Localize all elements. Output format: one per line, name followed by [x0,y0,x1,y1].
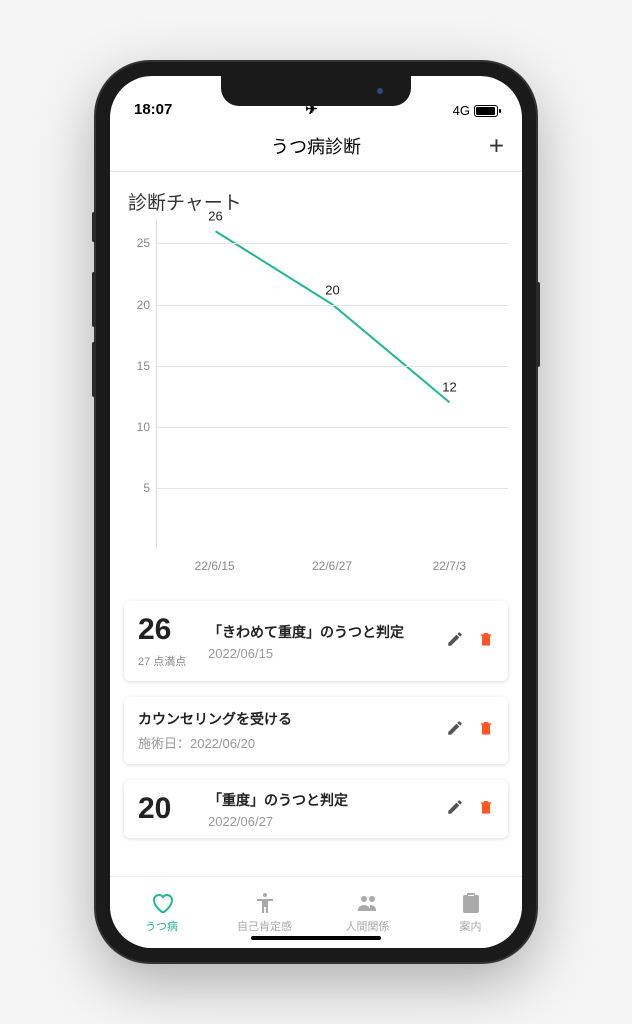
cards-list: 26 27 点満点「きわめて重度」のうつと判定 2022/06/15 カウンセリングを… [124,601,508,838]
chart: 510152025 262012 [124,219,508,549]
edit-icon[interactable] [446,630,464,653]
x-tick: 22/7/3 [391,559,508,573]
notch [221,76,411,106]
score-value: 26 [138,613,196,647]
nav-label: 人間関係 [346,918,390,934]
card-title: 「重度」のうつと判定 [208,790,434,810]
card-title: 「きわめて重度」のうつと判定 [208,622,434,642]
phone-side-button [92,212,96,242]
chart-title: 診断チャート [124,188,508,215]
delete-icon[interactable] [478,798,494,821]
x-tick: 22/6/15 [156,559,273,573]
screen: 18:07 ✈ 4G うつ病診断 + 診断チャート 510152025 2620… [110,76,522,948]
clipboard-icon [459,891,483,915]
card-date: 施術日：2022/06/20 [138,733,434,752]
status-network: 4G [453,103,470,118]
phone-frame: 18:07 ✈ 4G うつ病診断 + 診断チャート 510152025 2620… [96,62,536,962]
page-title: うつ病診断 [271,133,361,159]
y-tick: 10 [137,420,150,434]
y-tick: 20 [137,298,150,312]
phone-side-button [92,342,96,397]
nav-item-clipboard[interactable]: 案内 [419,877,522,948]
nav-label: 案内 [460,918,482,934]
delete-icon[interactable] [478,630,494,653]
score-caption: 27 点満点 [138,653,196,669]
chart-point-label: 26 [208,209,222,224]
people-icon [356,891,380,915]
app-header: うつ病診断 + [110,120,522,172]
body-icon [253,891,277,915]
nav-item-heart[interactable]: うつ病 [110,877,213,948]
result-card[interactable]: 26 27 点満点「きわめて重度」のうつと判定 2022/06/15 [124,601,508,681]
edit-icon[interactable] [446,798,464,821]
card-title: カウンセリングを受ける [138,709,434,729]
card-date: 2022/06/15 [208,646,434,661]
phone-side-button [536,282,540,367]
score-value: 20 [138,792,196,826]
x-tick: 22/6/27 [273,559,390,573]
home-indicator [251,936,381,940]
delete-icon[interactable] [478,719,494,742]
nav-label: うつ病 [145,918,178,934]
nav-label: 自己肯定感 [237,918,292,934]
card-date: 2022/06/27 [208,814,434,829]
edit-icon[interactable] [446,719,464,742]
status-time: 18:07 [134,101,172,118]
result-card[interactable]: 20 「重度」のうつと判定 2022/06/27 [124,780,508,838]
phone-side-button [92,272,96,327]
chart-point-label: 20 [325,282,339,297]
result-card[interactable]: カウンセリングを受ける施術日：2022/06/20 [124,697,508,764]
battery-icon [474,105,498,117]
content[interactable]: 診断チャート 5 10 15 20 25 26 20 12 22/6/1522/6/2722… [110,172,522,876]
y-tick: 5 [143,481,150,495]
y-tick: 25 [137,236,150,250]
chart-point-label: 12 [442,380,456,395]
add-button[interactable]: + [489,130,504,161]
heart-icon [150,891,174,915]
y-tick: 15 [137,359,150,373]
